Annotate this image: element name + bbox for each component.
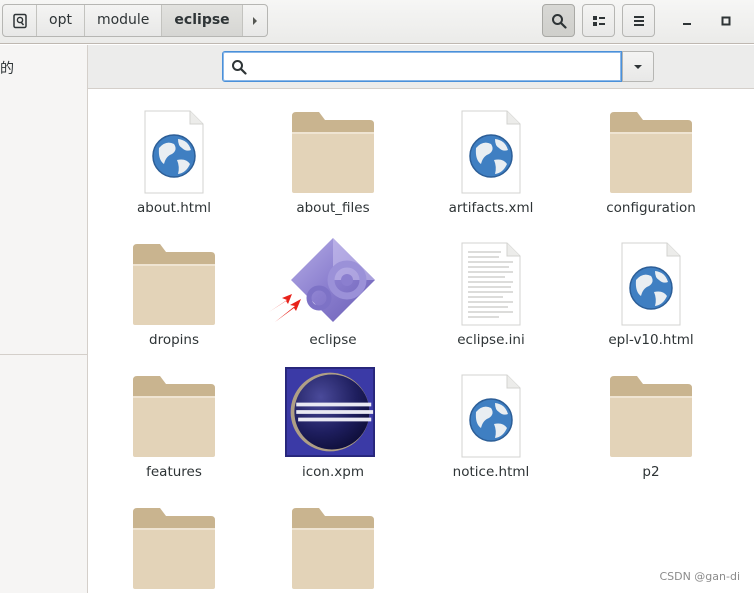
search-icon xyxy=(231,59,247,79)
path-crumb-eclipse[interactable]: eclipse xyxy=(162,5,243,36)
file-item-folder[interactable] xyxy=(258,486,408,593)
folder-icon xyxy=(291,500,375,590)
file-name: p2 xyxy=(642,464,660,480)
html-file-icon xyxy=(449,368,533,458)
file-name: epl-v10.html xyxy=(608,332,694,348)
file-name: eclipse xyxy=(309,332,357,348)
file-item-about-html[interactable]: about.html xyxy=(99,90,249,222)
search-entry[interactable] xyxy=(222,51,622,82)
file-item-epl-html[interactable]: epl-v10.html xyxy=(576,222,726,354)
html-file-icon xyxy=(132,104,216,194)
chevron-down-icon xyxy=(634,64,642,69)
folder-icon xyxy=(132,368,216,458)
file-item-eclipse[interactable]: eclipse xyxy=(258,222,408,354)
header-bar: opt module eclipse xyxy=(0,0,754,44)
file-item-folder[interactable] xyxy=(99,486,249,593)
folder-icon xyxy=(132,500,216,590)
file-name: artifacts.xml xyxy=(448,200,534,216)
file-item-dropins[interactable]: dropins xyxy=(99,222,249,354)
file-item-p2[interactable]: p2 xyxy=(576,354,726,486)
file-item-notice-html[interactable]: notice.html xyxy=(416,354,566,486)
path-crumb-module[interactable]: module xyxy=(85,5,163,36)
chevron-right-icon xyxy=(252,16,257,25)
path-root-button[interactable] xyxy=(3,5,37,36)
sidebar: 的 xyxy=(0,45,88,593)
file-item-configuration[interactable]: configuration xyxy=(576,90,726,222)
maximize-button[interactable] xyxy=(715,10,737,32)
file-name: notice.html xyxy=(452,464,530,480)
file-name: about_files xyxy=(296,200,370,216)
path-forward-button[interactable] xyxy=(243,5,267,36)
search-options-button[interactable] xyxy=(622,51,654,82)
folder-icon xyxy=(132,236,216,326)
file-item-about-files[interactable]: about_files xyxy=(258,90,408,222)
drive-icon xyxy=(12,13,27,28)
maximize-icon xyxy=(721,16,731,26)
menu-button[interactable] xyxy=(622,4,655,37)
file-name: configuration xyxy=(606,200,696,216)
file-name: dropins xyxy=(149,332,199,348)
file-item-artifacts-xml[interactable]: artifacts.xml xyxy=(416,90,566,222)
file-name: features xyxy=(146,464,202,480)
minimize-icon xyxy=(683,23,691,25)
xml-file-icon xyxy=(449,104,533,194)
html-file-icon xyxy=(609,236,693,326)
path-bar: opt module eclipse xyxy=(2,4,268,37)
folder-icon xyxy=(609,104,693,194)
file-name: eclipse.ini xyxy=(457,332,525,348)
sidebar-item-label[interactable]: 的 xyxy=(0,58,14,78)
file-item-eclipse-ini[interactable]: eclipse.ini xyxy=(416,222,566,354)
view-mode-button[interactable] xyxy=(582,4,615,37)
file-name: icon.xpm xyxy=(302,464,364,480)
hamburger-menu-icon xyxy=(633,15,644,26)
search-icon xyxy=(551,13,567,29)
text-file-icon xyxy=(449,236,533,326)
watermark: CSDN @gan-di xyxy=(659,570,740,583)
search-bar xyxy=(88,45,754,89)
file-item-features[interactable]: features xyxy=(99,354,249,486)
minimize-button[interactable] xyxy=(676,10,698,32)
sidebar-divider xyxy=(0,354,87,355)
folder-icon xyxy=(609,368,693,458)
search-toggle-button[interactable] xyxy=(542,4,575,37)
path-crumb-opt[interactable]: opt xyxy=(37,5,85,36)
file-name: about.html xyxy=(137,200,211,216)
folder-icon xyxy=(291,104,375,194)
search-input[interactable] xyxy=(253,56,613,78)
file-grid: about.html about_files artifacts.xml con… xyxy=(88,90,754,593)
eclipse-image-icon xyxy=(285,367,375,458)
file-item-icon-xpm[interactable]: icon.xpm xyxy=(258,354,408,486)
executable-gear-icon xyxy=(269,236,375,326)
list-view-icon xyxy=(592,15,605,26)
